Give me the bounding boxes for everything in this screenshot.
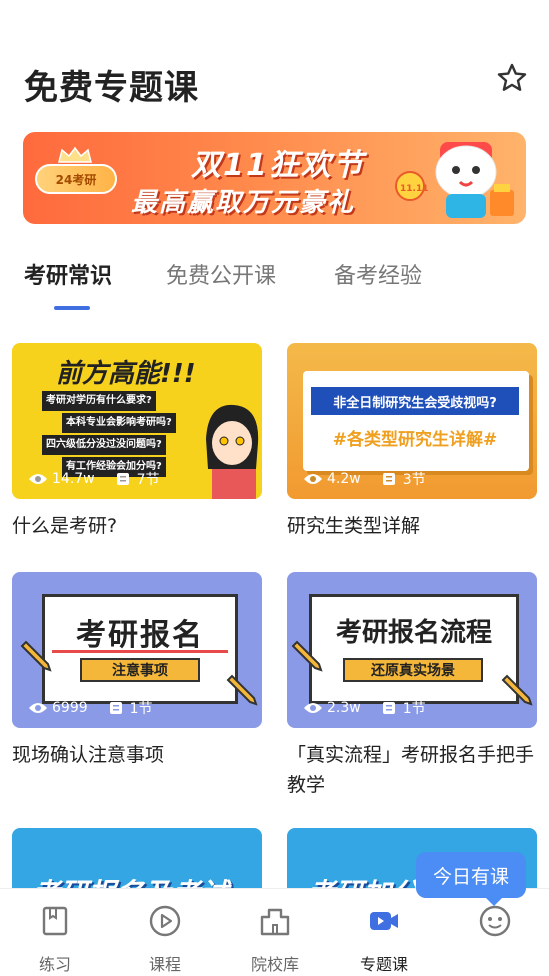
thumb-subheading: #各类型研究生详解# [332,430,498,450]
course-title: 现场确认注意事项 [12,744,165,766]
thumb-heading: 考研报名流程 [335,618,492,648]
eye-icon [29,474,47,484]
pencil-icon [226,674,258,706]
thumb-question: 考研对学历有什么要求? [42,391,156,411]
course-title: 「真实流程」考研报名手把手教学 [287,744,535,796]
lesson-count: 3节 [402,472,426,488]
play-circle-icon [149,905,181,937]
thumb-heading: 前方高能!!! [56,359,196,389]
course-title: 什么是考研? [12,515,118,537]
course-card[interactable]: 考研报名 注意事项 6999 1节 现场确认注意事项 [12,572,262,770]
building-icon [260,908,290,936]
tab-prep-experience[interactable]: 备考经验 [334,258,422,290]
mascot-illustration: 11.11 [395,142,514,218]
lessons-icon [116,473,129,485]
banner-subline: 最高赢取万元豪礼 [131,188,356,218]
banner-headline: 双11狂欢节 [191,148,365,183]
course-thumbnail: 考研报名流程 还原真实场景 2.3w 1节 [287,572,537,728]
lesson-count: 7节 [136,472,160,488]
mascot-badge-text: 11.11 [400,184,428,194]
thumb-subheading: 注意事项 [80,658,200,682]
lessons-icon [382,473,395,485]
view-count: 6999 [52,700,88,716]
page-title: 免费专题课 [24,68,199,108]
girl-illustration [206,404,259,499]
pencil-icon [20,640,52,672]
course-thumbnail: 前方高能!!! 考研对学历有什么要求? 本科专业会影响考研吗? 四六级低分没过没… [12,343,262,499]
course-card[interactable]: 考研报名流程 还原真实场景 2.3w 1节 「真实流程」考研报名手把手教学 [287,572,537,800]
course-title: 研究生类型详解 [287,515,421,537]
thumb-question: 本科专业会影响考研吗? [62,413,176,433]
thumb-subheading: 还原真实场景 [343,658,483,682]
tab-free-open-class[interactable]: 免费公开课 [166,258,276,290]
card-stats: 4.2w 3节 [303,469,426,489]
face-icon [479,905,511,937]
pencil-icon [291,640,323,672]
lesson-count: 1节 [402,701,426,717]
thumb-heading: 考研报名 [76,618,204,653]
bottom-tab-bar: 练习 课程 院校库 专题课 [0,888,549,976]
tabbar-label: 练习 [38,955,71,974]
course-thumbnail: 非全日制研究生会受歧视吗? #各类型研究生详解# 4.2w 3节 [287,343,537,499]
thumb-question: 四六级低分没过没问题吗? [42,435,166,455]
tabbar-item-topics[interactable]: 专题课 [339,903,429,975]
today-classes-bubble[interactable]: 今日有课 [416,852,526,906]
tabbar-label: 专题课 [359,955,408,974]
tab-kaoyan-basics[interactable]: 考研常识 [24,258,112,290]
course-card[interactable]: 非全日制研究生会受歧视吗? #各类型研究生详解# 4.2w 3节 研究生类型详解 [287,343,537,541]
lessons-icon [109,702,122,714]
promo-banner[interactable]: 24考研 双11狂欢节 最高赢取万元豪礼 11.11 [23,132,526,224]
video-icon [370,912,398,930]
lessons-icon [382,702,395,714]
tabbar-label: 院校库 [250,955,299,974]
favorite-star-icon[interactable] [496,62,528,94]
eye-icon [304,703,322,713]
tabbar-item-schools[interactable]: 院校库 [230,903,320,975]
card-stats: 6999 1节 [28,698,153,718]
active-tab-indicator [54,306,90,310]
card-stats: 14.7w 7节 [28,469,160,489]
category-tabs: 考研常识 免费公开课 备考经验 [0,258,549,318]
banner-badge: 24考研 [35,164,117,194]
tabbar-item-practice[interactable]: 练习 [10,903,100,975]
view-count: 2.3w [327,700,361,716]
view-count: 4.2w [327,471,361,487]
pencil-icon [501,674,533,706]
lesson-count: 1节 [129,701,153,717]
eye-icon [29,703,47,713]
card-stats: 2.3w 1节 [303,698,426,718]
tabbar-label: 课程 [148,955,181,974]
view-count: 14.7w [52,471,95,487]
tabbar-item-profile[interactable] [450,903,540,951]
tabbar-item-courses[interactable]: 课程 [120,903,210,975]
course-thumbnail: 考研报名 注意事项 6999 1节 [12,572,262,728]
book-icon [42,906,68,936]
course-card[interactable]: 前方高能!!! 考研对学历有什么要求? 本科专业会影响考研吗? 四六级低分没过没… [12,343,262,541]
eye-icon [304,474,322,484]
thumb-heading: 非全日制研究生会受歧视吗? [311,387,519,415]
crown-icon [58,146,92,163]
